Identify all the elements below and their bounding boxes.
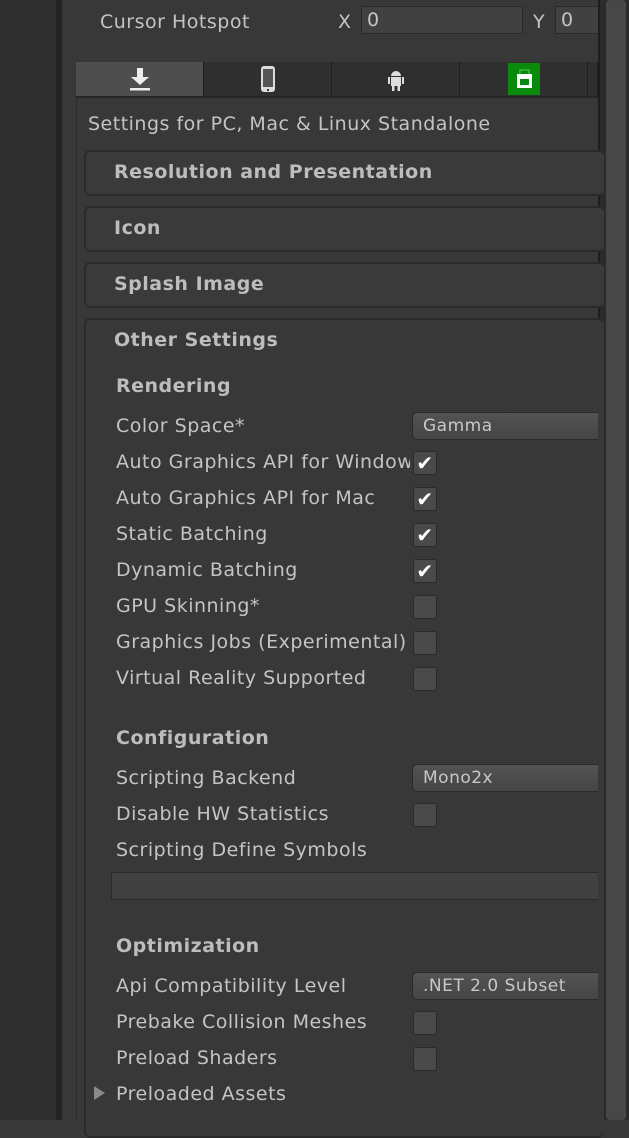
y-label: Y — [533, 11, 546, 33]
section-title[interactable]: Other Settings — [114, 329, 278, 351]
tab-windows-store[interactable] — [460, 62, 588, 98]
tab-more[interactable] — [588, 62, 598, 98]
section-icon[interactable]: Icon — [84, 206, 604, 252]
phone-icon — [260, 66, 275, 92]
hotspot-y-input[interactable]: 0 — [555, 6, 598, 34]
api-compatibility-dropdown[interactable]: .NET 2.0 Subset — [412, 972, 598, 1000]
x-label: X — [338, 11, 352, 33]
rendering-option-checkbox[interactable]: ✔ — [413, 487, 437, 511]
scripting-backend-label: Scripting Backend — [116, 767, 297, 789]
cursor-hotspot-label: Cursor Hotspot — [100, 11, 250, 33]
scripting-define-symbols-input[interactable] — [111, 872, 598, 900]
rendering-option-checkbox[interactable]: ✔ — [413, 523, 437, 547]
rendering-option-label: Graphics Jobs (Experimental) — [116, 631, 407, 653]
disable-hw-statistics-label: Disable HW Statistics — [116, 803, 329, 825]
configuration-heading: Configuration — [116, 727, 270, 749]
download-icon — [129, 68, 150, 91]
prebake-collision-label: Prebake Collision Meshes — [116, 1011, 368, 1033]
rendering-option-label: Virtual Reality Supported — [116, 667, 367, 689]
preload-shaders-label: Preload Shaders — [116, 1047, 278, 1069]
rendering-option-label: GPU Skinning* — [116, 595, 260, 617]
rendering-option-checkbox[interactable] — [413, 667, 437, 691]
rendering-option-label: Dynamic Batching — [116, 559, 298, 581]
preload-shaders-checkbox[interactable] — [413, 1047, 437, 1071]
tab-ios[interactable] — [204, 62, 332, 98]
optimization-heading: Optimization — [116, 935, 260, 957]
scripting-define-symbols-label: Scripting Define Symbols — [116, 839, 368, 861]
color-space-label: Color Space* — [116, 415, 246, 437]
tab-android[interactable] — [332, 62, 460, 98]
section-resolution[interactable]: Resolution and Presentation — [84, 150, 604, 196]
tab-standalone[interactable] — [76, 62, 204, 98]
left-panel-edge — [0, 0, 62, 1120]
rendering-option-label: Auto Graphics API for Windows — [116, 451, 410, 473]
rendering-option-label: Static Batching — [116, 523, 268, 545]
android-icon — [387, 71, 404, 91]
rendering-option-checkbox[interactable]: ✔ — [413, 559, 437, 583]
disable-hw-statistics-checkbox[interactable] — [413, 803, 437, 827]
rendering-option-checkbox[interactable] — [413, 595, 437, 619]
section-title: Splash Image — [114, 273, 265, 295]
section-splash-image[interactable]: Splash Image — [84, 262, 604, 308]
platform-tabs — [76, 62, 598, 98]
hotspot-x-input[interactable]: 0 — [361, 6, 523, 34]
scrollbar-thumb[interactable] — [606, 0, 626, 1120]
settings-for-label: Settings for PC, Mac & Linux Standalone — [88, 113, 491, 135]
scripting-backend-dropdown[interactable]: Mono2x — [412, 764, 598, 792]
api-compatibility-label: Api Compatibility Level — [116, 975, 347, 997]
rendering-option-checkbox[interactable]: ✔ — [413, 451, 437, 475]
windows-store-icon — [507, 63, 540, 95]
preloaded-assets-foldout[interactable]: Preloaded Assets — [116, 1082, 286, 1106]
rendering-option-label: Auto Graphics API for Mac — [116, 487, 376, 509]
section-title: Resolution and Presentation — [114, 161, 433, 183]
rendering-heading: Rendering — [116, 375, 232, 397]
section-title: Icon — [114, 217, 161, 239]
rendering-option-checkbox[interactable] — [413, 631, 437, 655]
expand-arrow-icon[interactable] — [94, 1086, 105, 1100]
color-space-dropdown[interactable]: Gamma — [412, 412, 598, 440]
prebake-collision-checkbox[interactable] — [413, 1011, 437, 1035]
